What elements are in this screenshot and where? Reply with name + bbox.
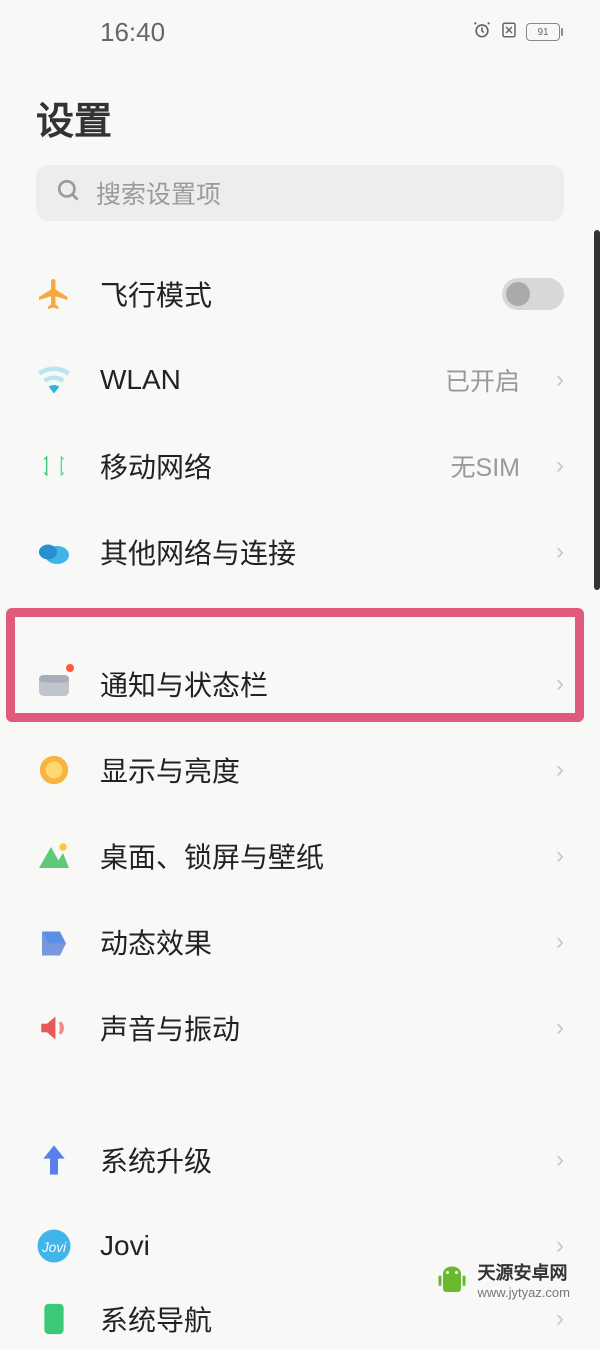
airplane-toggle[interactable] [502, 278, 564, 310]
mountain-icon [36, 838, 72, 874]
setting-item-airplane[interactable]: 飞行模式 [36, 251, 564, 337]
chevron-icon: › [556, 1146, 564, 1174]
setting-item-update[interactable]: 系统升级 › [36, 1117, 564, 1203]
other-network-label: 其他网络与连接 [100, 532, 528, 572]
setting-group-system: 系统升级 › Jovi Jovi › 系统导航 › [36, 1117, 564, 1349]
mobile-label: 移动网络 [100, 446, 423, 486]
navigation-label: 系统导航 [100, 1299, 528, 1339]
chevron-icon: › [556, 366, 564, 394]
setting-item-wlan[interactable]: WLAN 已开启 › [36, 337, 564, 423]
airplane-icon [36, 276, 72, 312]
status-bar: 16:40 91 [0, 0, 600, 60]
chevron-icon: › [556, 1305, 564, 1333]
watermark-url: www.jytyaz.com [478, 1285, 570, 1300]
desktop-label: 桌面、锁屏与壁纸 [100, 836, 528, 876]
status-icons: 91 [472, 20, 560, 45]
chevron-icon: › [556, 1014, 564, 1042]
setting-group-display: 通知与状态栏 › 显示与亮度 › 桌面、锁屏与壁纸 › 动态效果 › [36, 641, 564, 1071]
effects-label: 动态效果 [100, 922, 528, 962]
setting-item-display[interactable]: 显示与亮度 › [36, 727, 564, 813]
chevron-icon: › [556, 538, 564, 566]
notification-icon [36, 666, 72, 702]
phone-icon [36, 1301, 72, 1337]
setting-item-notification[interactable]: 通知与状态栏 › [36, 641, 564, 727]
svg-text:Jovi: Jovi [41, 1240, 67, 1255]
chevron-icon: › [556, 928, 564, 956]
mobile-data-icon [36, 448, 72, 484]
setting-item-other-network[interactable]: 其他网络与连接 › [36, 509, 564, 595]
setting-group-network: 飞行模式 WLAN 已开启 › 移动网络 无SIM › 其他网络与连接 › [36, 251, 564, 595]
search-placeholder: 搜索设置项 [96, 175, 221, 211]
sound-label: 声音与振动 [100, 1008, 528, 1048]
watermark: 天源安卓网 www.jytyaz.com [434, 1259, 570, 1300]
up-arrow-icon [36, 1142, 72, 1178]
notification-label: 通知与状态栏 [100, 664, 528, 704]
airplane-label: 飞行模式 [100, 274, 474, 314]
no-sim-icon [500, 21, 518, 44]
search-bar[interactable]: 搜索设置项 [36, 165, 564, 221]
jovi-label: Jovi [100, 1230, 528, 1262]
display-label: 显示与亮度 [100, 750, 528, 790]
setting-item-mobile[interactable]: 移动网络 无SIM › [36, 423, 564, 509]
wifi-icon [36, 362, 72, 398]
wlan-label: WLAN [100, 364, 417, 396]
setting-item-desktop[interactable]: 桌面、锁屏与壁纸 › [36, 813, 564, 899]
chevron-icon: › [556, 452, 564, 480]
speaker-icon [36, 1010, 72, 1046]
wlan-value: 已开启 [445, 362, 520, 398]
chevron-icon: › [556, 842, 564, 870]
alarm-icon [472, 20, 492, 45]
sun-icon [36, 752, 72, 788]
update-label: 系统升级 [100, 1140, 528, 1180]
settings-list: 飞行模式 WLAN 已开启 › 移动网络 无SIM › 其他网络与连接 › [0, 251, 600, 1349]
cloud-icon [36, 534, 72, 570]
battery-icon: 91 [526, 23, 560, 41]
mobile-value: 无SIM [451, 448, 520, 484]
jovi-icon: Jovi [36, 1228, 72, 1264]
android-icon [434, 1262, 470, 1298]
effects-icon [36, 924, 72, 960]
chevron-icon: › [556, 756, 564, 784]
chevron-icon: › [556, 1232, 564, 1260]
status-time: 16:40 [40, 17, 165, 48]
setting-item-effects[interactable]: 动态效果 › [36, 899, 564, 985]
setting-item-sound[interactable]: 声音与振动 › [36, 985, 564, 1071]
search-icon [56, 178, 82, 209]
watermark-name: 天源安卓网 [478, 1259, 570, 1285]
chevron-icon: › [556, 670, 564, 698]
page-title: 设置 [0, 60, 600, 165]
scrollbar[interactable] [594, 230, 600, 590]
